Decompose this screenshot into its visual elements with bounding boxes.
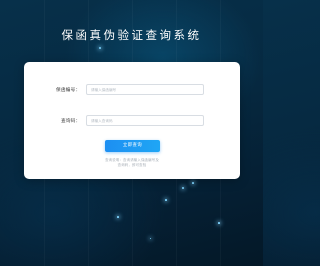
query-tip-line-2: 查询码，即可查验 (117, 163, 147, 167)
background-particle (150, 238, 151, 239)
background-particle (117, 216, 119, 218)
page-title: 保函真伪验证查询系统 (61, 28, 202, 42)
background-particle (165, 199, 167, 201)
guarantee-number-input[interactable]: 请输入保函编号 (86, 84, 204, 95)
background-particle (192, 182, 194, 184)
background-particle (218, 222, 220, 224)
submit-query-button[interactable]: 立即查询 (105, 140, 160, 152)
background-particle (99, 47, 101, 49)
guarantee-number-label: 保函编号： (56, 88, 81, 93)
background-particle (182, 187, 184, 189)
query-card: 保函编号： 请输入保函编号 查询码： 请输入查询码 立即查询 查询说明：查询请输… (24, 62, 240, 179)
query-code-label: 查询码： (61, 119, 81, 124)
query-code-input[interactable]: 请输入查询码 (86, 115, 204, 126)
